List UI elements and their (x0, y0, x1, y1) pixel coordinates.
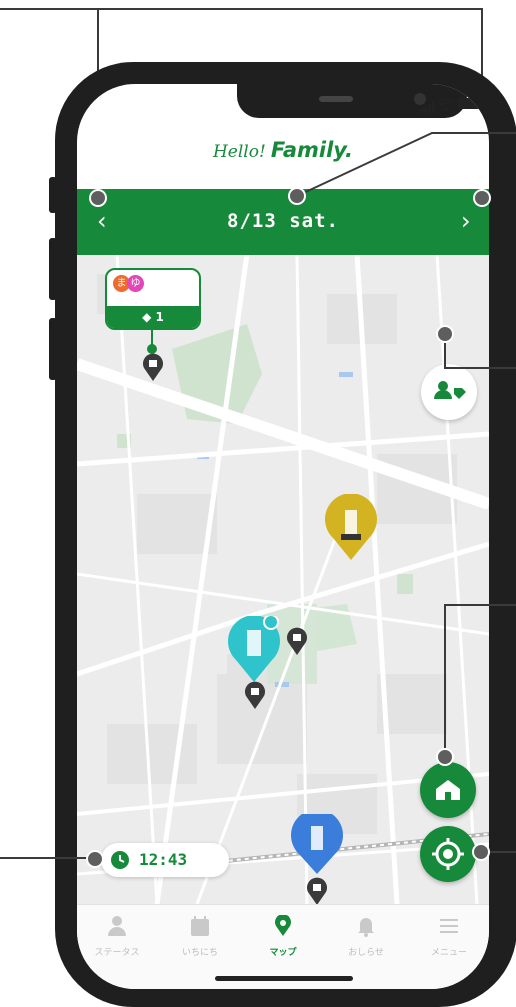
callout-lines (0, 132, 516, 859)
callout-dot-date (288, 187, 306, 205)
callout-dot-tag (436, 325, 454, 343)
callout-dot-home (436, 748, 454, 766)
callout-dot-next (473, 189, 491, 207)
callout-dot-prev (89, 189, 107, 207)
callout-dot-time (86, 850, 104, 868)
callout-dot-locate (472, 843, 490, 861)
